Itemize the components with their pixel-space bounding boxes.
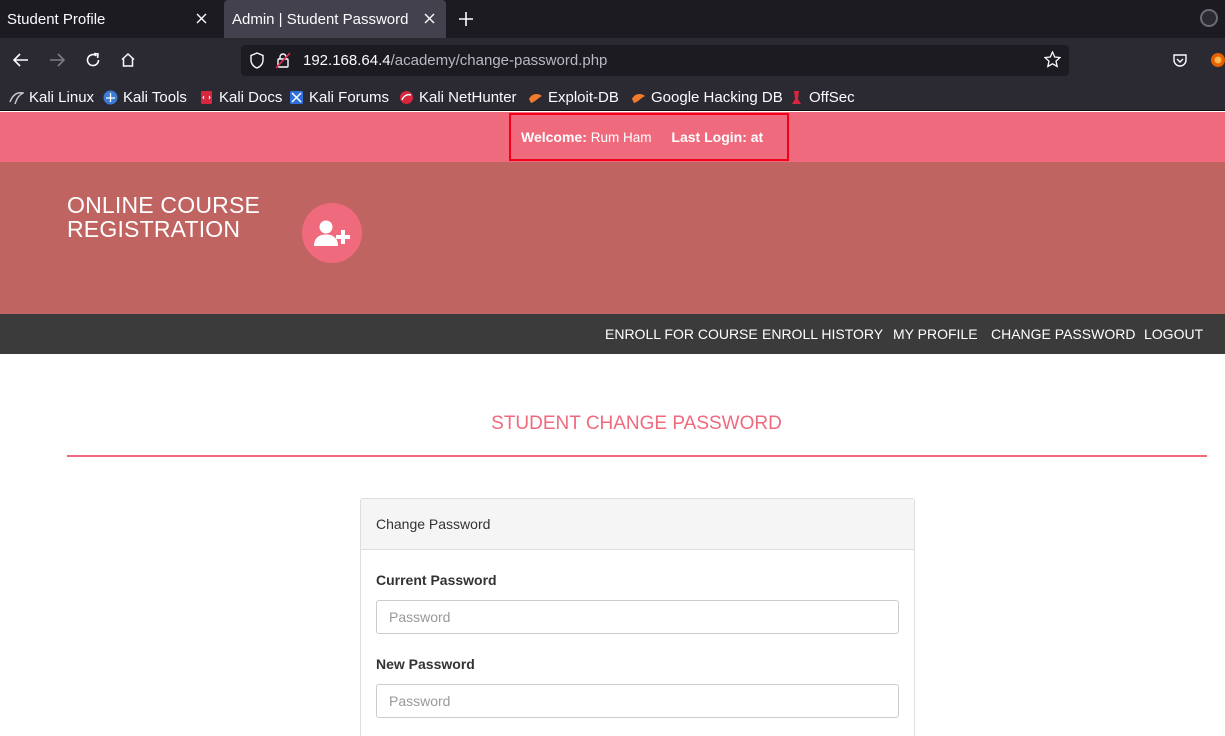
bookmark-kali-docs[interactable]: Kali Docs bbox=[199, 87, 282, 107]
panel-header: Change Password bbox=[361, 499, 914, 550]
page-title: STUDENT CHANGE PASSWORD bbox=[491, 413, 782, 434]
heading-divider bbox=[67, 455, 1207, 457]
bookmark-label: Exploit-DB bbox=[548, 88, 619, 106]
kali-dragon-icon bbox=[9, 90, 24, 105]
menu-logout[interactable]: LOGOUT bbox=[1144, 326, 1203, 342]
bookmark-star-icon[interactable] bbox=[1043, 50, 1062, 73]
last-login-label: Last Login: at bbox=[671, 129, 764, 145]
address-bar[interactable]: 192.168.64.4/academy/change-password.php bbox=[241, 45, 1069, 76]
user-plus-icon bbox=[302, 203, 362, 263]
bookmark-label: Google Hacking DB bbox=[651, 88, 783, 106]
ghdb-icon bbox=[631, 90, 646, 105]
bookmark-kali-linux[interactable]: Kali Linux bbox=[9, 87, 94, 107]
pocket-icon[interactable] bbox=[1170, 50, 1190, 70]
menu-my-profile[interactable]: MY PROFILE bbox=[893, 326, 978, 342]
bookmark-offsec[interactable]: OffSec bbox=[789, 87, 855, 107]
bookmark-google-hacking-db[interactable]: Google Hacking DB bbox=[631, 87, 783, 107]
back-arrow-icon[interactable] bbox=[11, 50, 31, 70]
bookmark-label: Kali Docs bbox=[219, 88, 283, 106]
user-name: Rum Ham bbox=[590, 130, 652, 145]
tab-admin-student-password[interactable]: Admin | Student Password bbox=[224, 0, 446, 38]
reload-icon[interactable] bbox=[83, 50, 103, 70]
exploit-db-icon bbox=[528, 90, 543, 105]
bookmark-label: Kali NetHunter bbox=[419, 88, 517, 106]
bookmark-label: Kali Tools bbox=[123, 88, 187, 106]
tab-title: Student Profile bbox=[7, 10, 106, 28]
kali-tools-icon bbox=[103, 90, 118, 105]
bookmark-label: OffSec bbox=[809, 88, 855, 106]
new-password-label: New Password bbox=[376, 656, 475, 672]
offsec-icon bbox=[789, 90, 804, 105]
menu-enroll-history[interactable]: ENROLL HISTORY bbox=[762, 326, 883, 342]
bookmark-kali-nethunter[interactable]: Kali NetHunter bbox=[399, 87, 517, 107]
insecure-lock-icon[interactable] bbox=[275, 52, 291, 74]
bookmark-kali-forums[interactable]: Kali Forums bbox=[289, 87, 389, 107]
extension-icon[interactable] bbox=[1207, 50, 1225, 70]
new-tab-plus-icon[interactable] bbox=[456, 9, 476, 29]
kali-forums-icon bbox=[289, 90, 304, 105]
bookmark-kali-tools[interactable]: Kali Tools bbox=[103, 87, 187, 107]
brand-line-2: REGISTRATION bbox=[67, 216, 241, 242]
tab-student-profile[interactable]: Student Profile bbox=[0, 0, 218, 38]
current-password-label: Current Password bbox=[376, 572, 497, 588]
tab-list-icon[interactable] bbox=[1200, 9, 1218, 27]
home-icon[interactable] bbox=[118, 50, 138, 70]
menu-change-password[interactable]: CHANGE PASSWORD bbox=[991, 326, 1135, 342]
welcome-text: Welcome: Rum Ham Last Login: at bbox=[521, 129, 763, 145]
url-host: 192.168.64.4 bbox=[303, 52, 391, 69]
nethunter-icon bbox=[399, 90, 414, 105]
url-path: /academy/change-password.php bbox=[390, 52, 608, 69]
bookmark-label: Kali Forums bbox=[309, 88, 390, 106]
site-brand[interactable]: ONLINE COURSE REGISTRATION bbox=[67, 193, 260, 241]
close-icon[interactable] bbox=[192, 9, 210, 27]
bookmark-label: Kali Linux bbox=[29, 88, 95, 106]
tab-title: Admin | Student Password bbox=[232, 10, 409, 28]
menu-enroll-for-course[interactable]: ENROLL FOR COURSE bbox=[605, 326, 758, 342]
brand-line-1: ONLINE COURSE bbox=[67, 192, 261, 218]
bookmark-exploit-db[interactable]: Exploit-DB bbox=[528, 87, 619, 107]
url-text[interactable]: 192.168.64.4/academy/change-password.php bbox=[303, 52, 607, 69]
panel-title: Change Password bbox=[376, 516, 491, 532]
bookmarks-toolbar: Kali Linux Kali Tools Kali Docs Kali For… bbox=[0, 82, 1225, 111]
welcome-label: Welcome: bbox=[521, 129, 587, 145]
shield-icon[interactable] bbox=[249, 52, 265, 74]
forward-arrow-icon[interactable] bbox=[47, 50, 67, 70]
new-password-input[interactable] bbox=[376, 684, 899, 718]
current-password-input[interactable] bbox=[376, 600, 899, 634]
browser-tab-bar: Student Profile Admin | Student Password bbox=[0, 0, 1225, 38]
kali-docs-icon bbox=[199, 90, 214, 105]
close-icon[interactable] bbox=[420, 9, 438, 27]
